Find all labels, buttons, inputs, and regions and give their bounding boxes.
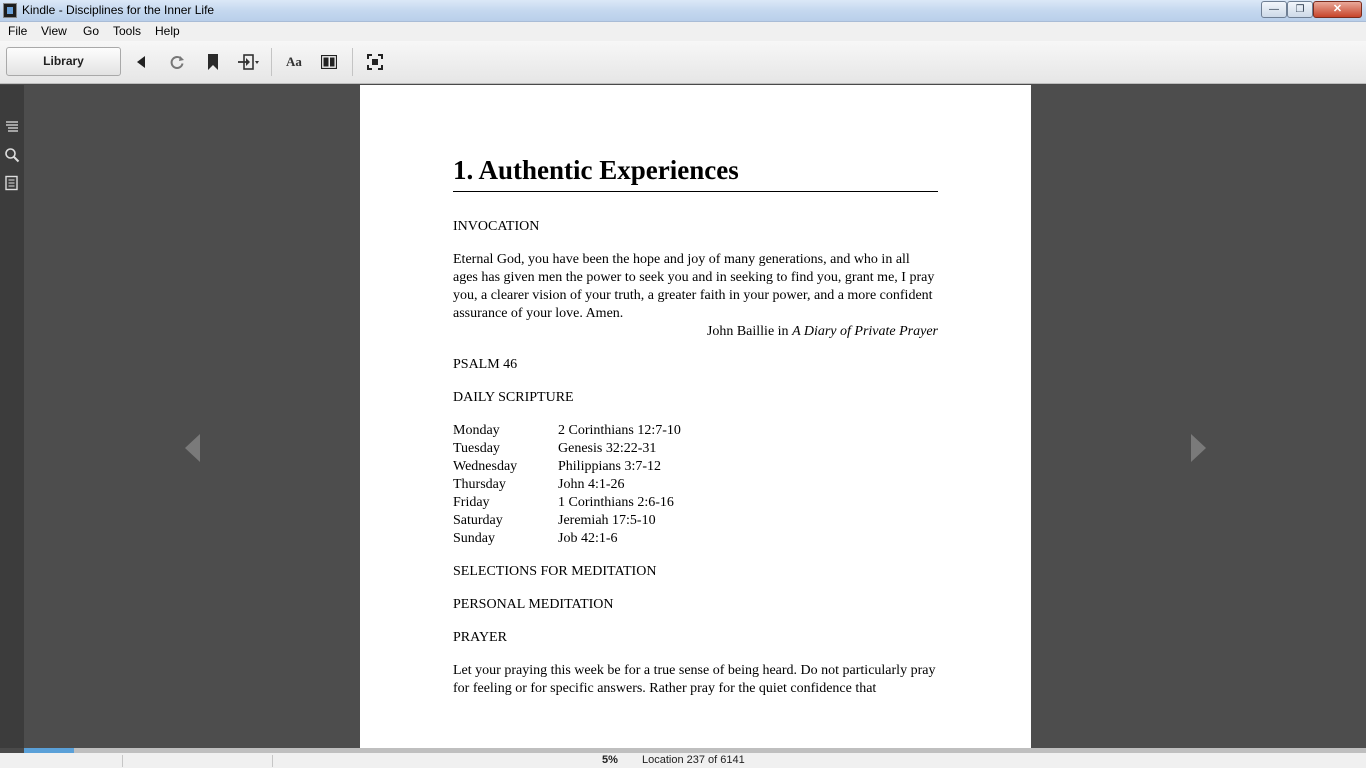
schedule-row: Friday 1 Corinthians 2:6-16: [453, 494, 938, 512]
schedule-row: Thursday John 4:1-26: [453, 476, 938, 494]
next-page-arrow-icon[interactable]: [1188, 432, 1208, 464]
maximize-button[interactable]: ❐: [1287, 1, 1313, 18]
window-title: Kindle - Disciplines for the Inner Life: [22, 3, 215, 17]
scripture-schedule: Monday 2 Corinthians 12:7-10 Tuesday Genes…: [453, 422, 938, 548]
schedule-row: Sunday Job 42:1-6: [453, 530, 938, 548]
schedule-day: Wednesday: [453, 459, 518, 474]
table-of-contents-icon[interactable]: [4, 119, 20, 135]
schedule-day: Sunday: [453, 531, 495, 546]
menu-help[interactable]: Help: [155, 24, 180, 38]
schedule-day: Tuesday: [453, 441, 500, 456]
bookmark-icon[interactable]: [202, 51, 224, 73]
columns-icon[interactable]: [318, 51, 340, 73]
menu-tools[interactable]: Tools: [113, 24, 141, 38]
menu-view[interactable]: View: [41, 24, 67, 38]
close-button[interactable]: ✕: [1313, 1, 1362, 18]
attribution-author: John Baillie in: [706, 324, 793, 339]
menu-go[interactable]: Go: [83, 24, 99, 38]
search-icon[interactable]: [4, 147, 20, 163]
progress-percent: 5%: [602, 754, 618, 766]
schedule-day: Monday: [453, 423, 500, 438]
psalm-heading: PSALM 46: [453, 357, 518, 372]
menu-file[interactable]: File: [8, 24, 27, 38]
sync-icon[interactable]: [166, 51, 188, 73]
previous-page-arrow-icon[interactable]: [183, 432, 203, 464]
status-divider: [122, 755, 123, 767]
goto-icon[interactable]: [238, 51, 260, 73]
prayer-heading: PRAYER: [453, 630, 507, 645]
title-bar: Kindle - Disciplines for the Inner Life …: [0, 0, 1366, 22]
attribution: John Baillie in A Diary of Private Praye…: [453, 323, 938, 341]
personal-meditation-heading: PERSONAL MEDITATION: [453, 597, 614, 612]
invocation-heading: INVOCATION: [453, 219, 540, 234]
left-sidebar: [0, 85, 24, 748]
toolbar: Library Aa: [0, 41, 1366, 84]
location-readout: Location 237 of 6141: [642, 754, 745, 766]
menu-bar: File View Go Tools Help: [0, 22, 1366, 41]
status-bar: 5% Location 237 of 6141: [0, 753, 1366, 768]
schedule-reference: 1 Corinthians 2:6-16: [558, 495, 674, 510]
font-settings-icon[interactable]: Aa: [283, 51, 305, 73]
schedule-row: Wednesday Philippians 3:7-12: [453, 458, 938, 476]
book-page: 1. Authentic Experiences INVOCATION Eter…: [360, 85, 1031, 748]
chapter-title: 1. Authentic Experiences: [453, 153, 938, 192]
schedule-day: Thursday: [453, 477, 506, 492]
schedule-reference: 2 Corinthians 12:7-10: [558, 423, 681, 438]
selections-heading: SELECTIONS FOR MEDITATION: [453, 564, 657, 579]
status-divider: [272, 755, 273, 767]
schedule-reference: Job 42:1-6: [558, 531, 618, 546]
schedule-reference: Genesis 32:22-31: [558, 441, 657, 456]
notes-icon[interactable]: [4, 175, 20, 191]
schedule-row: Monday 2 Corinthians 12:7-10: [453, 422, 938, 440]
schedule-row: Tuesday Genesis 32:22-31: [453, 440, 938, 458]
toolbar-separator: [352, 48, 353, 76]
kindle-app-icon: [3, 3, 17, 18]
minimize-button[interactable]: —: [1261, 1, 1287, 18]
invocation-text: Eternal God, you have been the hope and …: [453, 252, 935, 321]
schedule-reference: John 4:1-26: [558, 477, 625, 492]
page-content: 1. Authentic Experiences INVOCATION Eter…: [453, 153, 938, 698]
attribution-book-title: A Diary of Private Prayer: [792, 324, 938, 339]
daily-scripture-heading: DAILY SCRIPTURE: [453, 390, 574, 405]
schedule-reference: Philippians 3:7-12: [558, 459, 662, 474]
prayer-text: Let your praying this week be for a true…: [453, 663, 936, 696]
toolbar-separator: [271, 48, 272, 76]
schedule-row: Saturday Jeremiah 17:5-10: [453, 512, 938, 530]
schedule-day: Saturday: [453, 513, 503, 528]
schedule-day: Friday: [453, 495, 490, 510]
back-icon[interactable]: [130, 51, 152, 73]
fullscreen-icon[interactable]: [364, 51, 386, 73]
library-button[interactable]: Library: [6, 47, 121, 76]
schedule-reference: Jeremiah 17:5-10: [558, 513, 656, 528]
